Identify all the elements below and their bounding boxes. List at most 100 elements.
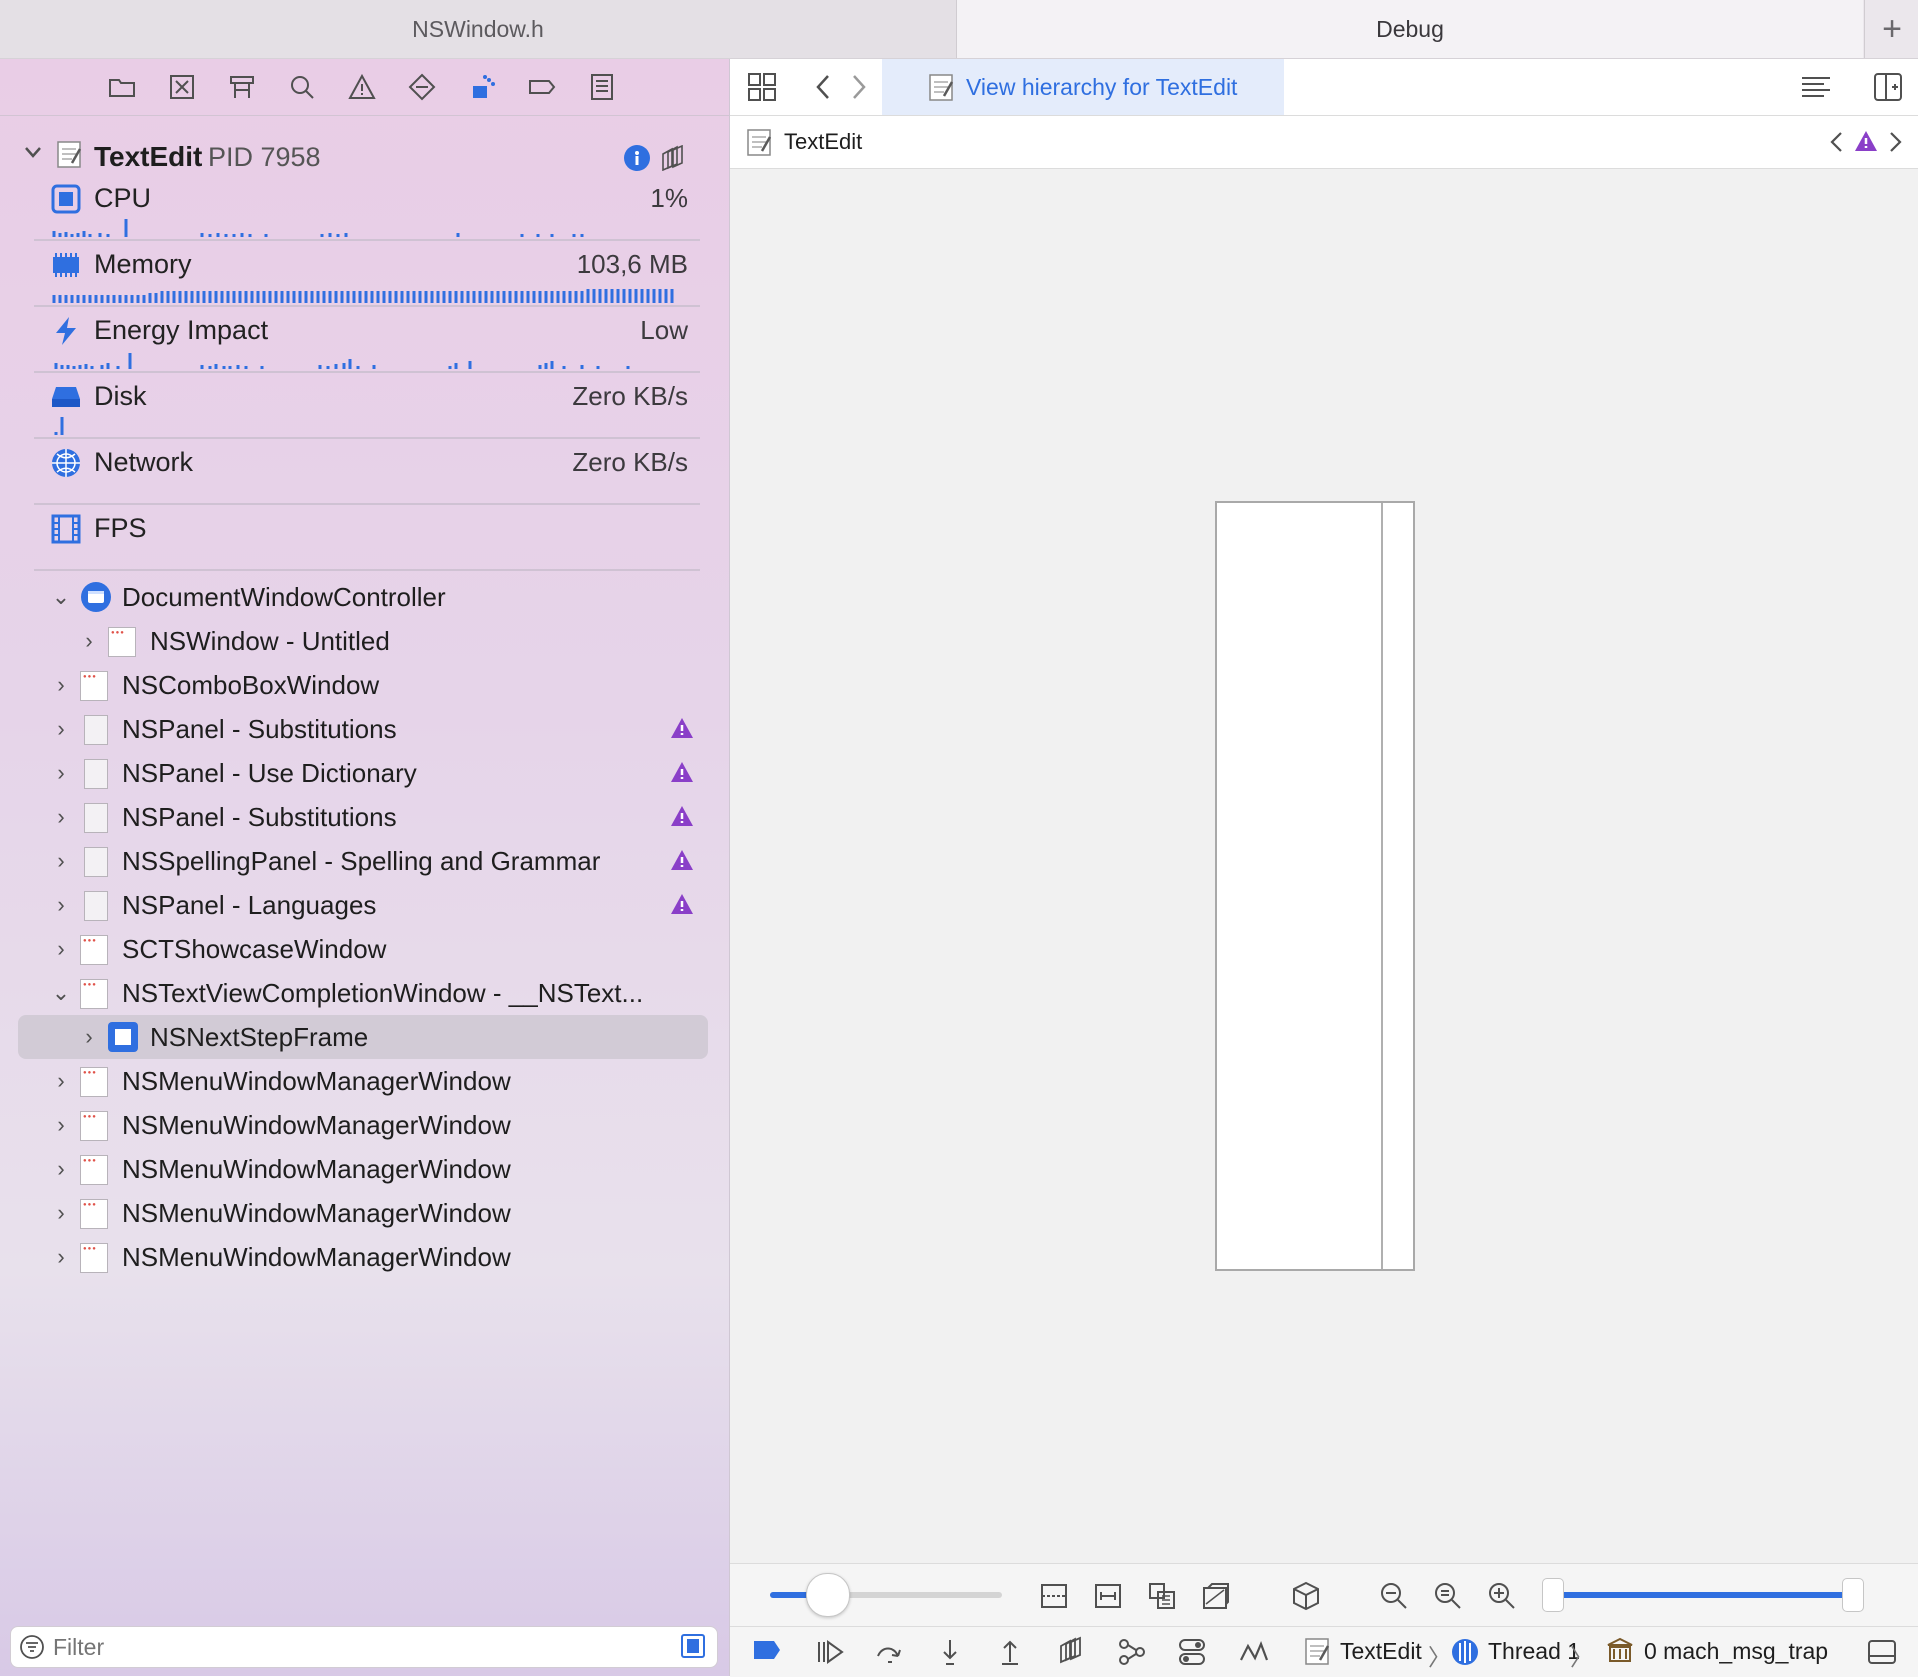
- warning-icon[interactable]: [670, 805, 694, 827]
- filter-scope-icon[interactable]: [681, 1634, 705, 1658]
- environment-overrides-icon[interactable]: [1176, 1636, 1208, 1668]
- chevron-right-icon[interactable]: ›: [50, 936, 72, 962]
- tree-row-nsmenuwindowmanagerwindow[interactable]: › ●●● NSMenuWindowManagerWindow: [18, 1235, 708, 1279]
- tree-row-nscomboboxwindow[interactable]: › ●●● NSComboBoxWindow: [18, 663, 708, 707]
- tree-row-label: SCTShowcaseWindow: [122, 934, 387, 964]
- issue-icon[interactable]: [345, 70, 379, 104]
- range-end-handle[interactable]: [1842, 1578, 1864, 1612]
- chevron-right-icon[interactable]: ›: [50, 1200, 72, 1226]
- previous-issue-icon[interactable]: [1826, 130, 1848, 154]
- back-icon[interactable]: [808, 71, 840, 103]
- tree-row-nspanel-languages[interactable]: › NSPanel - Languages: [18, 883, 708, 927]
- view-hierarchy-canvas[interactable]: [730, 169, 1918, 1563]
- view-debugger-icon[interactable]: [660, 144, 686, 172]
- chevron-down-icon[interactable]: ⌄: [50, 584, 72, 610]
- tree-row-nsmenuwindowmanagerwindow[interactable]: › ●●● NSMenuWindowManagerWindow: [18, 1059, 708, 1103]
- zoom-in-icon[interactable]: [1486, 1580, 1518, 1612]
- warning-icon[interactable]: [1854, 130, 1878, 152]
- step-over-icon[interactable]: [874, 1636, 906, 1668]
- gauge-network[interactable]: Network Zero KB/s: [34, 437, 700, 505]
- toggle-debug-area-icon[interactable]: [1866, 1636, 1898, 1668]
- tree-row-nsnextstepframe[interactable]: › NSNextStepFrame: [18, 1015, 708, 1059]
- breakpoints-toggle-icon[interactable]: [752, 1637, 782, 1663]
- find-icon[interactable]: [285, 70, 319, 104]
- breakpoint-icon[interactable]: [525, 70, 559, 104]
- chevron-down-icon[interactable]: ⌄: [50, 980, 72, 1006]
- tree-row-nspanel-substitutions-2[interactable]: › NSPanel - Substitutions: [18, 795, 708, 839]
- memory-graph-icon[interactable]: [1116, 1636, 1148, 1668]
- related-items-icon[interactable]: [746, 71, 778, 103]
- chevron-right-icon[interactable]: ›: [50, 1156, 72, 1182]
- 3d-cube-icon[interactable]: [1290, 1580, 1322, 1612]
- chevron-right-icon[interactable]: ›: [78, 1024, 100, 1050]
- source-control-icon[interactable]: [165, 70, 199, 104]
- folder-icon[interactable]: [105, 70, 139, 104]
- selected-view-frame[interactable]: [1215, 501, 1415, 1271]
- tree-row-nspanel-substitutions[interactable]: › NSPanel - Substitutions: [18, 707, 708, 751]
- symbol-icon[interactable]: [225, 70, 259, 104]
- tree-row-nswindow-untitled[interactable]: › ●●● NSWindow - Untitled: [18, 619, 708, 663]
- next-issue-icon[interactable]: [1884, 130, 1906, 154]
- chevron-right-icon[interactable]: ›: [50, 672, 72, 698]
- filter-field[interactable]: [10, 1626, 718, 1668]
- chevron-right-icon[interactable]: ›: [78, 628, 100, 654]
- tree-row-nsmenuwindowmanagerwindow[interactable]: › ●●● NSMenuWindowManagerWindow: [18, 1147, 708, 1191]
- simulate-location-icon[interactable]: [1238, 1636, 1270, 1668]
- warning-icon[interactable]: [670, 849, 694, 871]
- chevron-right-icon[interactable]: ›: [50, 892, 72, 918]
- gauge-cpu[interactable]: CPU 1%: [34, 173, 700, 241]
- report-icon[interactable]: [585, 70, 619, 104]
- range-start-handle[interactable]: [1542, 1578, 1564, 1612]
- add-editor-icon[interactable]: [1872, 71, 1904, 103]
- gauge-memory[interactable]: Memory 103,6 MB: [34, 239, 700, 307]
- adjust-view-mode-icon[interactable]: [1146, 1580, 1178, 1612]
- forward-icon[interactable]: [842, 71, 874, 103]
- add-tab-button[interactable]: +: [1864, 0, 1918, 58]
- show-clipped-icon[interactable]: [1038, 1580, 1070, 1612]
- tree-row-nsspellingpanel[interactable]: › NSSpellingPanel - Spelling and Grammar: [18, 839, 708, 883]
- chevron-right-icon[interactable]: ›: [50, 1112, 72, 1138]
- zoom-out-icon[interactable]: [1378, 1580, 1410, 1612]
- debug-icon[interactable]: [465, 70, 499, 104]
- tree-row-documentwindowcontroller[interactable]: ⌄ DocumentWindowController: [18, 575, 708, 619]
- tree-row-nsmenuwindowmanagerwindow[interactable]: › ●●● NSMenuWindowManagerWindow: [18, 1191, 708, 1235]
- warning-icon[interactable]: [670, 893, 694, 915]
- chevron-right-icon[interactable]: ›: [50, 716, 72, 742]
- gauge-disk[interactable]: Disk Zero KB/s: [34, 371, 700, 439]
- chevron-right-icon[interactable]: ›: [50, 804, 72, 830]
- tree-row-nsmenuwindowmanagerwindow[interactable]: › ●●● NSMenuWindowManagerWindow: [18, 1103, 708, 1147]
- warning-icon[interactable]: [670, 761, 694, 783]
- show-constraints-icon[interactable]: [1092, 1580, 1124, 1612]
- tree-row-sctshowcasewindow[interactable]: › ●●● SCTShowcaseWindow: [18, 927, 708, 971]
- actual-size-icon[interactable]: [1432, 1580, 1464, 1612]
- spacing-slider[interactable]: [770, 1573, 1002, 1617]
- continue-icon[interactable]: [814, 1636, 846, 1668]
- chevron-right-icon[interactable]: ›: [50, 1068, 72, 1094]
- tree-row-nspanel-use-dictionary[interactable]: › NSPanel - Use Dictionary: [18, 751, 708, 795]
- debug-frame-crumb[interactable]: 0 mach_msg_trap: [1644, 1638, 1828, 1665]
- debug-process-crumb[interactable]: TextEdit: [1340, 1638, 1422, 1665]
- jump-bar-item[interactable]: TextEdit: [784, 129, 862, 155]
- tab-view-hierarchy[interactable]: View hierarchy for TextEdit: [882, 59, 1284, 115]
- tree-row-nstextviewcompletionwindow[interactable]: ⌄ ●●● NSTextViewCompletionWindow - __NST…: [18, 971, 708, 1015]
- tab-nswindow-h[interactable]: NSWindow.h: [0, 0, 957, 58]
- chevron-right-icon[interactable]: ›: [50, 1244, 72, 1270]
- tab-debug[interactable]: Debug: [957, 0, 1863, 58]
- debug-thread-crumb[interactable]: Thread 1: [1488, 1638, 1580, 1665]
- gauge-fps[interactable]: FPS: [34, 503, 700, 571]
- editor-options-icon[interactable]: [1800, 71, 1832, 103]
- filter-input[interactable]: [51, 1631, 655, 1663]
- chevron-right-icon[interactable]: ›: [50, 848, 72, 874]
- warning-icon[interactable]: [670, 717, 694, 739]
- slider-knob[interactable]: [806, 1573, 850, 1617]
- step-into-icon[interactable]: [934, 1636, 966, 1668]
- process-disclosure-chevron[interactable]: [22, 141, 44, 163]
- range-slider[interactable]: [1542, 1578, 1864, 1612]
- gauge-energy[interactable]: Energy Impact Low: [34, 305, 700, 373]
- debug-view-hierarchy-icon[interactable]: [1056, 1636, 1088, 1668]
- step-out-icon[interactable]: [994, 1636, 1026, 1668]
- test-icon[interactable]: [405, 70, 439, 104]
- info-icon[interactable]: [624, 145, 650, 171]
- orientation-icon[interactable]: [1200, 1580, 1232, 1612]
- chevron-right-icon[interactable]: ›: [50, 760, 72, 786]
